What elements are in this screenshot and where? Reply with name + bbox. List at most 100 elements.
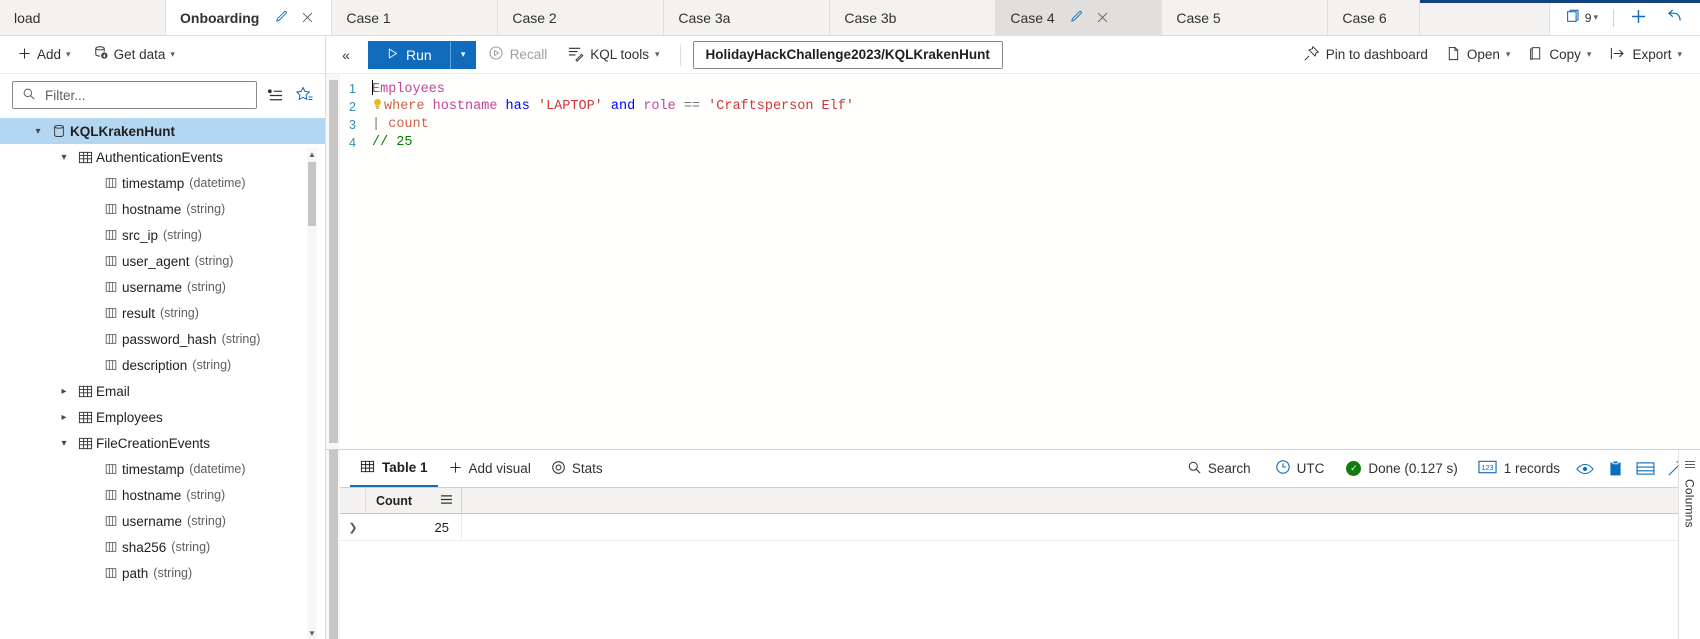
scroll-up-icon[interactable]: ▲: [307, 148, 317, 160]
results-scroll-thumb[interactable]: [329, 450, 338, 639]
tree-item-label: username: [122, 513, 183, 529]
tree-item-hostname[interactable]: hostname (string): [0, 482, 325, 508]
edit-pencil-icon[interactable]: [1067, 8, 1087, 28]
lightbulb-hint-icon[interactable]: [372, 98, 383, 111]
undo-button[interactable]: [1660, 4, 1690, 31]
tree-item-label: username: [122, 279, 183, 295]
tree-item-username[interactable]: username (string): [0, 274, 325, 300]
search-icon: [1187, 460, 1202, 478]
sidebar-scrollbar[interactable]: ▲ ▼: [307, 148, 317, 639]
tree-item-kqlkrakenhunt[interactable]: ▾ KQLKrakenHunt: [0, 118, 325, 144]
stats-icon: [551, 460, 566, 478]
favorite-star-icon[interactable]: [293, 83, 317, 107]
tree-item-employees[interactable]: ▸ Employees: [0, 404, 325, 430]
tree-item-type: (string): [194, 254, 234, 268]
tab-case-3a[interactable]: Case 3a: [664, 0, 831, 35]
chevron-down-icon[interactable]: ▾: [54, 152, 74, 163]
layout-icon[interactable]: [1632, 456, 1658, 482]
tab-case-2[interactable]: Case 2: [498, 0, 665, 35]
query-editor[interactable]: 1 Employees 2 where hostname has 'LAPTOP…: [326, 74, 1700, 449]
tree-item-filecreationevents[interactable]: ▾ FileCreationEvents: [0, 430, 325, 456]
tab-load[interactable]: load: [0, 0, 166, 35]
collapse-left-icon[interactable]: «: [332, 41, 360, 69]
row-expand-chevron-right-icon[interactable]: ❯: [340, 521, 366, 534]
table-icon: [74, 410, 96, 425]
tab-case-6[interactable]: Case 6: [1328, 0, 1421, 35]
play-icon: [386, 47, 399, 63]
tree-item-user_agent[interactable]: user_agent (string): [0, 248, 325, 274]
tree-item-timestamp[interactable]: timestamp (datetime): [0, 456, 325, 482]
tab-onboarding[interactable]: Onboarding: [166, 0, 333, 35]
tree-item-username[interactable]: username (string): [0, 508, 325, 534]
stats-button[interactable]: Stats: [541, 453, 613, 485]
preview-eye-icon[interactable]: [1572, 456, 1598, 482]
chevron-down-icon[interactable]: ▾: [54, 438, 74, 449]
tab-case-5[interactable]: Case 5: [1162, 0, 1329, 35]
line-content[interactable]: Employees: [366, 80, 445, 99]
tree-item-label: result: [122, 305, 156, 321]
tree-item-email[interactable]: ▸ Email: [0, 378, 325, 404]
tree-item-description[interactable]: description (string): [0, 352, 325, 378]
tree-item-type: (string): [163, 228, 202, 242]
line-content[interactable]: // 25: [366, 134, 413, 152]
tab-case-3b[interactable]: Case 3b: [830, 0, 997, 35]
column-header-count[interactable]: Count: [366, 488, 462, 513]
tree-item-timestamp[interactable]: timestamp (datetime): [0, 170, 325, 196]
copy-label: Copy: [1549, 47, 1581, 62]
chevron-down-icon: ▾: [1505, 49, 1511, 59]
open-button[interactable]: Open ▾: [1438, 41, 1519, 69]
tree-item-src_ip[interactable]: src_ip (string): [0, 222, 325, 248]
kql-tools-button[interactable]: KQL tools ▾: [559, 41, 667, 69]
chevron-right-icon[interactable]: ▸: [54, 386, 74, 397]
export-button[interactable]: Export ▾: [1601, 41, 1690, 69]
get-data-button[interactable]: Get data ▾: [86, 41, 182, 68]
pin-to-dashboard-button[interactable]: Pin to dashboard: [1295, 41, 1436, 69]
scroll-down-icon[interactable]: ▼: [307, 627, 317, 639]
plus-icon: [17, 46, 32, 64]
tree-item-sha256[interactable]: sha256 (string): [0, 534, 325, 560]
tree-item-password_hash[interactable]: password_hash (string): [0, 326, 325, 352]
tree-item-authenticationevents[interactable]: ▾ AuthenticationEvents: [0, 144, 325, 170]
column-menu-icon[interactable]: [440, 494, 453, 508]
copy-button[interactable]: Copy ▾: [1520, 41, 1599, 69]
edit-pencil-icon[interactable]: [271, 8, 291, 28]
chevron-right-icon[interactable]: ▸: [54, 412, 74, 423]
add-visual-label: Add visual: [468, 461, 531, 476]
clipboard-icon[interactable]: [1602, 456, 1628, 482]
close-icon[interactable]: [297, 8, 317, 28]
grid-corner: [340, 488, 366, 513]
new-tab-button[interactable]: [1623, 4, 1654, 32]
detail-list-icon[interactable]: [263, 83, 287, 107]
timezone-button[interactable]: UTC: [1265, 453, 1335, 485]
tab-table-1[interactable]: Table 1: [350, 451, 438, 487]
editor-scroll-thumb[interactable]: [329, 80, 338, 443]
close-icon[interactable]: [1093, 8, 1113, 28]
tab-list-button[interactable]: 9 ▾: [1560, 5, 1604, 31]
line-content[interactable]: | count: [366, 116, 429, 134]
run-button[interactable]: Run: [368, 40, 450, 69]
add-visual-button[interactable]: Add visual: [438, 453, 541, 485]
line-content[interactable]: where hostname has 'LAPTOP' and role == …: [366, 98, 854, 116]
tree-item-result[interactable]: result (string): [0, 300, 325, 326]
chevron-down-icon[interactable]: ▾: [28, 126, 48, 137]
columns-rail[interactable]: Columns: [1678, 450, 1700, 639]
tab-case-4[interactable]: Case 4: [996, 0, 1163, 35]
add-label: Add: [37, 47, 62, 62]
scrollbar-thumb[interactable]: [308, 162, 316, 226]
tree-item-hostname[interactable]: hostname (string): [0, 196, 325, 222]
add-button[interactable]: Add ▾: [10, 42, 78, 68]
search-input[interactable]: [43, 86, 247, 104]
plus-icon: [448, 460, 463, 478]
filter-box[interactable]: [12, 81, 257, 109]
tab-label: Onboarding: [180, 9, 260, 26]
table-row[interactable]: ❯ 25: [340, 514, 1700, 541]
run-options-chevron-down-icon[interactable]: ▾: [449, 40, 476, 69]
results-panel: Table 1 Add visual Stats Search UTC ✓ Do…: [326, 449, 1700, 639]
search-results-button[interactable]: Search: [1177, 453, 1261, 485]
export-icon: [1609, 45, 1626, 65]
tree-item-path[interactable]: path (string): [0, 560, 325, 586]
database-selector[interactable]: HolidayHackChallenge2023/KQLKrakenHunt: [692, 40, 1003, 69]
results-left-gutter: [326, 450, 340, 639]
tab-case-1[interactable]: Case 1: [332, 0, 499, 35]
column-icon: [100, 280, 122, 294]
